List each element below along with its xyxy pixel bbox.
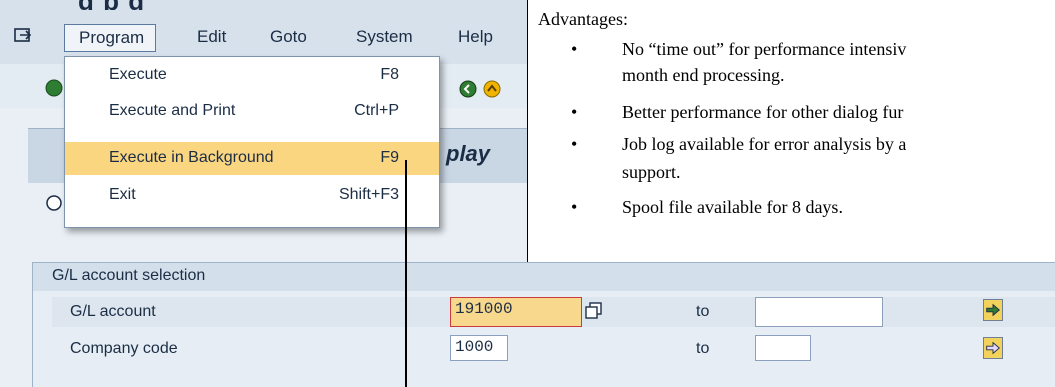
radio-button-icon[interactable] <box>44 193 64 213</box>
to-label: to <box>696 340 710 357</box>
menu-item-label: Exit <box>109 186 136 203</box>
back-icon[interactable] <box>44 78 64 98</box>
menu-item-execute-and-print[interactable]: Execute and Print Ctrl+P <box>65 95 439 128</box>
menu-item-shortcut: F9 <box>380 149 399 166</box>
menu-system[interactable]: System <box>356 27 413 47</box>
advantage-text: Better performance for other dialog fur <box>622 102 904 122</box>
annotation-pointer-line <box>405 160 407 387</box>
company-code-label: Company code <box>70 340 178 357</box>
menu-goto[interactable]: Goto <box>270 27 307 47</box>
menu-program[interactable]: Program <box>64 24 156 52</box>
bullet-marker: • <box>571 39 578 59</box>
company-code-to-input[interactable] <box>755 335 811 361</box>
menu-item-label: Execute and Print <box>109 102 236 119</box>
selection-group-title: G/L account selection <box>52 267 206 284</box>
advantage-text: support. <box>622 162 681 182</box>
advantage-text: Spool file available for 8 days. <box>622 197 843 217</box>
company-code-from-input[interactable]: 1000 <box>450 335 508 361</box>
menu-item-shortcut: Ctrl+P <box>354 102 399 119</box>
menu-edit[interactable]: Edit <box>197 27 226 47</box>
to-label: to <box>696 303 710 320</box>
bullet-marker: • <box>571 134 578 154</box>
bullet-marker: • <box>571 197 578 217</box>
exit-icon[interactable] <box>482 79 502 99</box>
gl-account-to-input[interactable] <box>755 297 883 327</box>
menu-help[interactable]: Help <box>458 27 493 47</box>
advantage-text: month end processing. <box>622 65 785 85</box>
screen-title: play <box>446 141 491 166</box>
multiple-selection-arrow-icon[interactable] <box>983 299 1003 321</box>
advantages-callout: Advantages: • No “time out” for performa… <box>527 0 1055 264</box>
gl-account-from-input[interactable]: 191000 <box>450 297 582 327</box>
selection-row <box>52 334 1055 364</box>
partial-title-text: g p g <box>78 0 338 10</box>
menu-item-shortcut: F8 <box>380 66 399 83</box>
menu-item-shortcut: Shift+F3 <box>338 186 399 203</box>
menu-item-execute-in-background[interactable]: Execute in Background F9 <box>65 142 439 175</box>
menu-item-label: Execute in Background <box>109 149 274 166</box>
menu-item-execute[interactable]: Execute F8 <box>65 59 439 92</box>
multiple-selection-arrow-icon[interactable] <box>983 337 1003 359</box>
advantage-text: No “time out” for performance intensiv <box>622 39 907 59</box>
menu-program-label: Program <box>79 28 145 47</box>
back-icon[interactable] <box>458 79 478 99</box>
advantages-heading: Advantages: <box>538 9 628 29</box>
program-dropdown-menu: Execute F8 Execute and Print Ctrl+P Exec… <box>64 56 440 228</box>
menu-item-exit[interactable]: Exit Shift+F3 <box>65 179 439 212</box>
gl-account-label: G/L account <box>70 303 156 320</box>
advantage-text: Job log available for error analysis by … <box>622 134 907 154</box>
system-menu-icon[interactable] <box>14 26 34 46</box>
bullet-marker: • <box>571 102 578 122</box>
menu-item-label: Execute <box>109 66 167 83</box>
match-code-icon[interactable] <box>585 302 603 320</box>
